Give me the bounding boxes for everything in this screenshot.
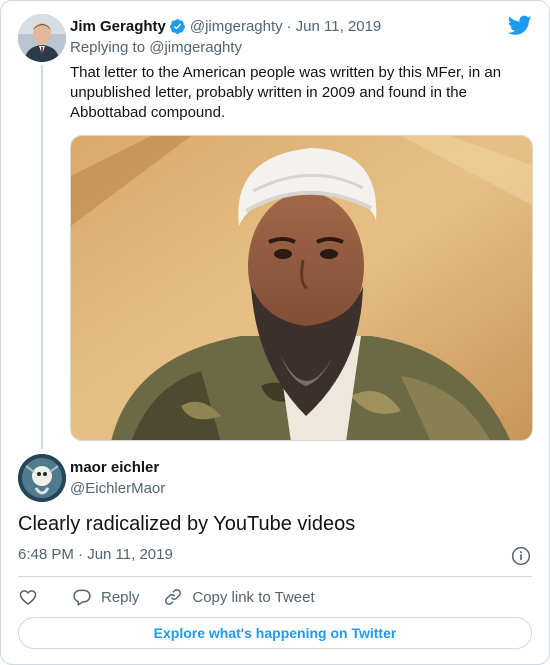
copy-link-button[interactable]: Copy link to Tweet [163,587,315,607]
avatar-image [18,454,66,502]
like-button[interactable] [18,587,38,607]
thread-connector-line [41,65,43,449]
parent-tweet-header: Jim Geraghty @jimgeraghty · Jun 11, 2019 [70,16,381,36]
tweet-actions: Reply Copy link to Tweet [18,586,315,608]
separator-dot: · [286,17,292,35]
info-icon[interactable] [511,546,531,566]
reply-icon [73,589,91,606]
photo-image [71,136,532,440]
divider [18,576,532,577]
author-handle[interactable]: @jimgeraghty [190,18,283,35]
twitter-bird-icon[interactable] [508,15,532,36]
link-icon [165,589,182,605]
explore-twitter-button[interactable]: Explore what's happening on Twitter [18,617,532,649]
embedded-tweet-card: Jim Geraghty @jimgeraghty · Jun 11, 2019… [0,0,550,665]
copy-link-label: Copy link to Tweet [192,588,315,606]
reply-author-avatar[interactable] [18,454,66,502]
tweet-date[interactable]: Jun 11, 2019 [296,18,382,35]
author-avatar[interactable] [18,14,66,62]
tweet-photo[interactable] [70,135,533,441]
reply-button[interactable]: Reply [72,587,139,607]
heart-icon [19,590,37,605]
reply-author-name[interactable]: maor eichler [70,459,159,476]
tweet-timestamp[interactable]: 6:48 PM · Jun 11, 2019 [18,546,173,563]
parent-tweet-text: That letter to the American people was w… [70,64,502,121]
replying-to-label[interactable]: Replying to @jimgeraghty [70,39,242,56]
verified-badge-icon [169,18,185,34]
main-tweet-text: Clearly radicalized by YouTube videos [18,513,356,535]
reply-label: Reply [101,588,140,606]
reply-author-handle[interactable]: @EichlerMaor [70,480,165,497]
author-name[interactable]: Jim Geraghty [70,18,166,35]
avatar-image [18,14,66,62]
